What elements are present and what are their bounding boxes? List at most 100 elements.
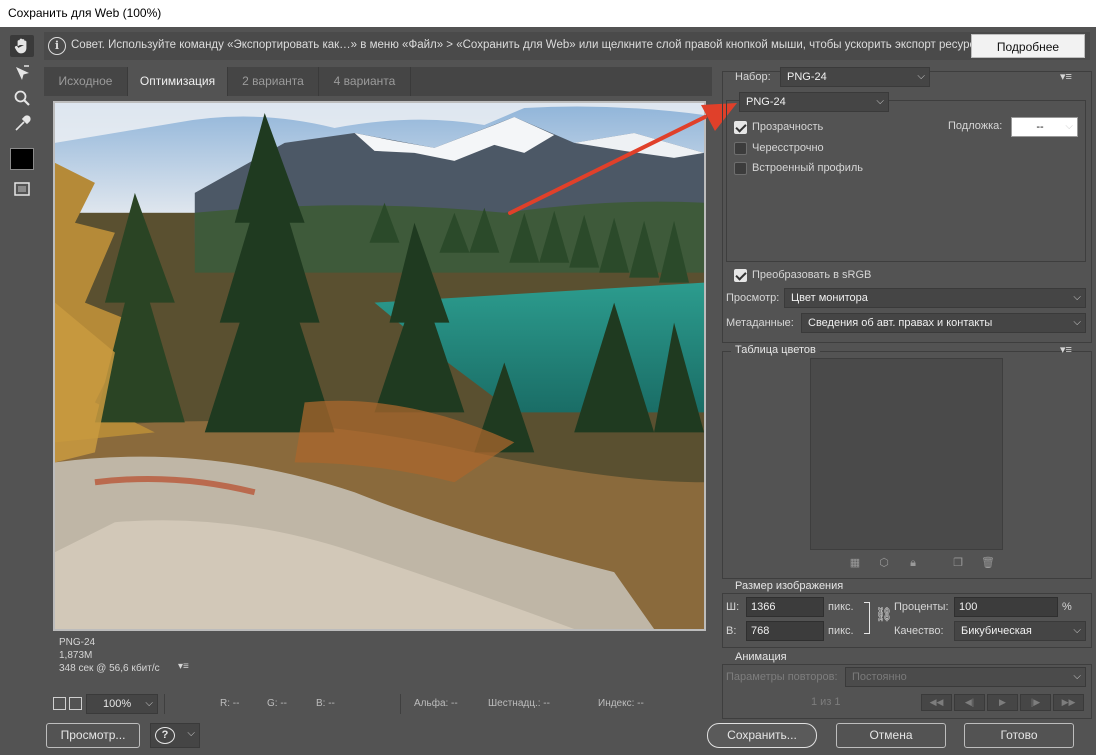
- zoom-tool-icon[interactable]: [10, 87, 34, 109]
- learn-more-button[interactable]: Подробнее: [971, 34, 1085, 58]
- toggle-slices-icon[interactable]: [10, 178, 34, 200]
- color-table-menu-icon[interactable]: ▾≡: [1060, 343, 1072, 356]
- chevron-down-icon: ⌵: [917, 71, 925, 82]
- chevron-down-icon: ⌵: [1073, 625, 1081, 636]
- preview-label: Просмотр:: [726, 292, 780, 304]
- height-input[interactable]: 768: [746, 621, 824, 641]
- metadata-select[interactable]: Сведения об авт. правах и контакты ⌵: [801, 313, 1086, 333]
- convert-srgb-label: Преобразовать в sRGB: [752, 269, 872, 281]
- preset-label: Набор:: [735, 71, 771, 83]
- quality-select[interactable]: Бикубическая ⌵: [954, 621, 1086, 641]
- chevron-down-icon: ⌵: [187, 728, 195, 739]
- loop-options-label: Параметры повторов:: [726, 671, 838, 683]
- image-file-size: 1,873M: [59, 650, 93, 661]
- color-table-title: Таблица цветов: [731, 344, 820, 356]
- previous-frame-button[interactable]: ◀|: [954, 694, 985, 711]
- chevron-down-icon: ⌵: [1065, 121, 1073, 132]
- last-frame-button[interactable]: ▶▶: [1053, 694, 1084, 711]
- blue-value: B: --: [316, 698, 335, 709]
- chevron-down-icon: ⌵: [145, 698, 153, 709]
- red-value: R: --: [220, 698, 240, 709]
- status-bar: 100% ⌵ R: -- G: -- B: -- Альфа: -- Шестн…: [44, 692, 712, 716]
- format-value: PNG-24: [746, 96, 786, 108]
- trash-icon[interactable]: 🗑︎: [981, 557, 995, 569]
- download-rate-menu-icon[interactable]: ▾≡: [178, 661, 189, 672]
- tab-4-up[interactable]: 4 варианта: [319, 67, 411, 96]
- format-select[interactable]: PNG-24 ⌵: [739, 92, 889, 112]
- slice-select-tool-icon[interactable]: [10, 62, 34, 84]
- tool-strip: [0, 27, 40, 755]
- image-info: PNG-24 1,873M 348 сек @ 56,6 кбит/с: [59, 636, 160, 675]
- transparency-checkbox[interactable]: [734, 121, 747, 134]
- metadata-label: Метаданные:: [726, 317, 794, 329]
- embed-profile-label: Встроенный профиль: [752, 162, 864, 174]
- constrain-bracket: [864, 602, 870, 634]
- settings-panel: Набор: PNG-24 ⌵ ▾≡ PNG-24 ⌵ Прозрачность…: [718, 64, 1096, 755]
- matte-value: --: [1036, 121, 1044, 133]
- eyedropper-tool-icon[interactable]: [10, 113, 34, 135]
- chevron-down-icon: ⌵: [1073, 292, 1081, 303]
- convert-srgb-checkbox[interactable]: [734, 269, 747, 282]
- settings-menu-icon[interactable]: ▾≡: [1060, 70, 1072, 83]
- image-format: PNG-24: [59, 637, 96, 648]
- frame-counter: 1 из 1: [811, 696, 841, 708]
- percent-unit: %: [1062, 601, 1072, 613]
- preview-in-browser-button[interactable]: Просмотр...: [46, 723, 140, 748]
- height-unit: пикс.: [828, 625, 854, 637]
- first-frame-button[interactable]: ◀◀: [921, 694, 952, 711]
- tab-original[interactable]: Исходное: [44, 67, 128, 96]
- new-color-icon[interactable]: ❐: [952, 557, 964, 569]
- next-frame-button[interactable]: |▶: [1020, 694, 1051, 711]
- play-button[interactable]: ▶: [987, 694, 1018, 711]
- matte-label: Подложка:: [948, 120, 1003, 132]
- quality-label: Качество:: [894, 625, 944, 637]
- interlaced-checkbox[interactable]: [734, 142, 747, 155]
- chevron-down-icon: ⌵: [1073, 317, 1081, 328]
- chevron-down-icon: ⌵: [1073, 671, 1081, 682]
- tab-2-up[interactable]: 2 варианта: [228, 67, 319, 96]
- annotation-arrow: [508, 103, 737, 215]
- alpha-value: Альфа: --: [414, 698, 458, 709]
- transparency-label: Прозрачность: [752, 121, 824, 133]
- metadata-value: Сведения об авт. правах и контакты: [808, 317, 993, 329]
- percent-label: Проценты:: [894, 601, 949, 613]
- animation-title: Анимация: [731, 651, 791, 663]
- view-tabs: Исходное Оптимизация 2 варианта 4 вариан…: [44, 67, 712, 96]
- info-icon: i: [48, 37, 66, 55]
- width-input[interactable]: 1366: [746, 597, 824, 617]
- color-table: [810, 358, 1003, 550]
- browser-help-icon: ?: [155, 727, 175, 744]
- browser-select[interactable]: ? ⌵: [150, 723, 200, 748]
- preset-select[interactable]: PNG-24 ⌵: [780, 67, 930, 87]
- preview-mode-select[interactable]: Цвет монитора ⌵: [784, 288, 1086, 308]
- status-divider: [400, 694, 401, 714]
- zoom-level-value: 100%: [103, 698, 132, 710]
- hand-tool-icon[interactable]: [10, 35, 34, 57]
- lock-icon[interactable]: 🔒︎: [907, 557, 919, 569]
- download-time: 348 сек @ 56,6 кбит/с: [59, 663, 160, 674]
- zoom-in-icon[interactable]: [69, 697, 82, 710]
- loop-options-select[interactable]: Постоянно ⌵: [845, 667, 1086, 687]
- width-label: Ш:: [726, 601, 740, 613]
- index-value: Индекс: --: [598, 698, 644, 709]
- embed-profile-checkbox[interactable]: [734, 162, 747, 175]
- link-icon[interactable]: ⛓︎: [875, 606, 893, 623]
- width-unit: пикс.: [828, 601, 854, 613]
- web-snap-icon[interactable]: ▦: [849, 557, 861, 569]
- eyedropper-color-swatch[interactable]: [10, 148, 34, 170]
- interlaced-label: Чересстрочно: [752, 142, 824, 154]
- window-title: Сохранить для Web (100%): [0, 0, 1096, 27]
- tab-optimized[interactable]: Оптимизация: [128, 67, 228, 96]
- green-value: G: --: [267, 698, 287, 709]
- status-divider: [164, 694, 165, 714]
- tip-bar: i Совет. Используйте команду «Экспортиро…: [44, 32, 1090, 60]
- cube-icon[interactable]: ⬡: [878, 557, 890, 569]
- percent-input[interactable]: 100: [954, 597, 1058, 617]
- loop-options-value: Постоянно: [852, 671, 907, 683]
- matte-select[interactable]: -- ⌵: [1011, 117, 1078, 137]
- zoom-level-select[interactable]: 100% ⌵: [86, 694, 158, 714]
- height-label: В:: [726, 625, 737, 637]
- image-size-title: Размер изображения: [731, 580, 848, 592]
- hex-value: Шестнадц.: --: [488, 698, 550, 709]
- zoom-out-icon[interactable]: [53, 697, 66, 710]
